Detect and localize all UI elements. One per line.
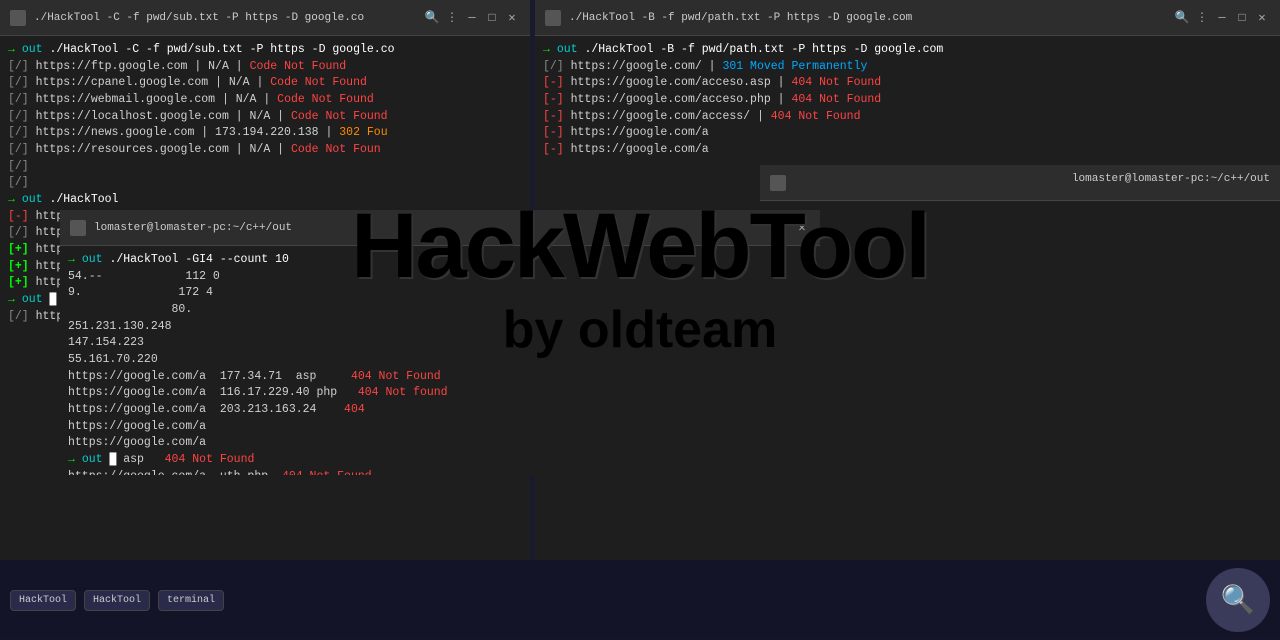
search-icon-taskbar: 🔍 <box>1221 583 1256 618</box>
line: [/] https://resources.google.com | N/A |… <box>8 142 522 159</box>
line: 54.-- 112 0 <box>68 269 812 286</box>
terminal-window-4[interactable]: lomaster@lomaster-pc:~/c++/out <box>760 165 1280 475</box>
terminal-icon-1 <box>10 10 26 26</box>
taskbar-item-3[interactable]: terminal <box>158 590 224 611</box>
line: 251.231.130.248 <box>68 319 812 336</box>
line: https://google.com/a 177.34.71 asp 404 N… <box>68 369 812 386</box>
titlebar-title-2: ./HackTool -B -f pwd/path.txt -P https -… <box>569 12 1166 24</box>
line: https://google.com/a uth.php 404 Not Fou… <box>68 469 812 475</box>
line: → out █ asp 404 Not Found <box>68 452 812 469</box>
line: [/] https://cpanel.google.com | N/A | Co… <box>8 75 522 92</box>
taskbar: HackTool HackTool terminal 🔍 <box>0 560 1280 640</box>
titlebar-title-3: lomaster@lomaster-pc:~/c++/out <box>94 222 786 234</box>
line: [-] https://google.com/acceso.php | 404 … <box>543 92 1272 109</box>
line: [/] https://news.google.com | 173.194.22… <box>8 125 522 142</box>
search-icon[interactable]: 🔍 <box>424 10 440 26</box>
line: 147.154.223 <box>68 335 812 352</box>
line: → out ./HackTool -C -f pwd/sub.txt -P ht… <box>8 42 522 59</box>
titlebar-controls-2[interactable]: 🔍 ⋮ ─ □ ✕ <box>1174 10 1270 26</box>
search-icon-2[interactable]: 🔍 <box>1174 10 1190 26</box>
close-icon[interactable]: ✕ <box>504 10 520 26</box>
line: 55.161.70.220 <box>68 352 812 369</box>
line: [-] https://google.com/acceso.asp | 404 … <box>543 75 1272 92</box>
line: [-] https://google.com/access/ | 404 Not… <box>543 109 1272 126</box>
titlebar-title-1: ./HackTool -C -f pwd/sub.txt -P https -D… <box>34 12 416 24</box>
terminal-icon-4 <box>770 175 786 191</box>
line: → out ./HackTool <box>8 192 522 209</box>
terminal-window-3[interactable]: lomaster@lomaster-pc:~/c++/out ✕ → out .… <box>60 210 820 475</box>
terminal-icon-2 <box>545 10 561 26</box>
line: [/] <box>8 175 522 192</box>
titlebar-3: lomaster@lomaster-pc:~/c++/out ✕ <box>60 210 820 246</box>
line: [/] https://localhost.google.com | N/A |… <box>8 109 522 126</box>
taskbar-search-button[interactable]: 🔍 <box>1206 568 1270 632</box>
line: [/] https://ftp.google.com | N/A | Code … <box>8 59 522 76</box>
maximize-icon[interactable]: □ <box>484 10 500 26</box>
terminal-body-3: → out ./HackTool -GI4 --count 10 54.-- 1… <box>60 246 820 475</box>
taskbar-item[interactable]: HackTool <box>10 590 76 611</box>
menu-icon[interactable]: ⋮ <box>444 10 460 26</box>
line: [/] <box>8 159 522 176</box>
line: https://google.com/a 203.213.163.24 404 <box>68 402 812 419</box>
line: [-] https://google.com/a <box>543 142 1272 159</box>
taskbar-item-2[interactable]: HackTool <box>84 590 150 611</box>
minimize-icon-2[interactable]: ─ <box>1214 10 1230 26</box>
minimize-icon[interactable]: ─ <box>464 10 480 26</box>
maximize-icon-2[interactable]: □ <box>1234 10 1250 26</box>
line: https://google.com/a <box>68 419 812 436</box>
line: https://google.com/a 116.17.229.40 php 4… <box>68 385 812 402</box>
line: [-] https://google.com/a <box>543 125 1272 142</box>
win4-user-label: lomaster@lomaster-pc:~/c++/out <box>1072 173 1270 185</box>
titlebar-controls-3[interactable]: ✕ <box>794 220 810 236</box>
menu-icon-2[interactable]: ⋮ <box>1194 10 1210 26</box>
terminal-icon-3 <box>70 220 86 236</box>
line: https://google.com/a <box>68 435 812 452</box>
terminal-body-4 <box>760 201 1280 475</box>
line: [/] https://webmail.google.com | N/A | C… <box>8 92 522 109</box>
line: [/] https://google.com/ | 301 Moved Perm… <box>543 59 1272 76</box>
titlebar-1: ./HackTool -C -f pwd/sub.txt -P https -D… <box>0 0 530 36</box>
line: → out ./HackTool -B -f pwd/path.txt -P h… <box>543 42 1272 59</box>
titlebar-controls-1[interactable]: 🔍 ⋮ ─ □ ✕ <box>424 10 520 26</box>
titlebar-4: lomaster@lomaster-pc:~/c++/out <box>760 165 1280 201</box>
line: 80. <box>68 302 812 319</box>
line: → out ./HackTool -GI4 --count 10 <box>68 252 812 269</box>
titlebar-2: ./HackTool -B -f pwd/path.txt -P https -… <box>535 0 1280 36</box>
close-icon-2[interactable]: ✕ <box>1254 10 1270 26</box>
line: 9. 172 4 <box>68 285 812 302</box>
close-icon-3[interactable]: ✕ <box>794 220 810 236</box>
